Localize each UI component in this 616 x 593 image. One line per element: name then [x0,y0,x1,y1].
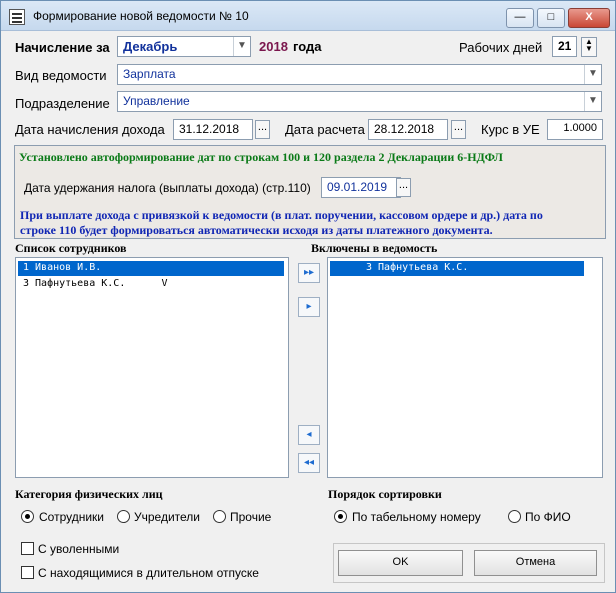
statement-type-select[interactable]: Зарплата ▼ [117,64,602,85]
workdays-label: Рабочих дней [459,40,543,55]
category-option-label: Прочие [230,510,272,524]
document-icon [9,9,25,25]
statement-type-label: Вид ведомости [15,68,107,83]
move-all-left-button[interactable]: ◂◂ [298,453,320,473]
category-title: Категория физических лиц [15,487,163,501]
calc-date-input[interactable]: 28.12.2018 [368,119,448,140]
long-leave-label: С находящимися в длительном отпуске [38,566,259,580]
category-other-radio[interactable] [213,510,226,523]
month-select[interactable]: Декабрь ▼ [117,36,251,57]
category-founders-radio[interactable] [117,510,130,523]
included-list[interactable]: 3 Пафнутьева К.С. [327,257,603,478]
move-one-right-button[interactable]: ▸ [298,297,320,317]
category-option-label: Учредители [134,510,201,524]
list-item[interactable]: 3 Пафнутьева К.С. [330,261,584,276]
accrual-label: Начисление за [15,40,110,55]
long-leave-checkbox[interactable] [21,566,34,579]
employees-list-title: Список сотрудников [15,241,127,255]
maximize-button[interactable]: □ [537,8,565,28]
department-label: Подразделение [15,96,110,111]
income-date-label: Дата начисления дохода [15,122,165,137]
chevron-down-icon[interactable]: ▼ [233,37,250,56]
tax-date-label: Дата удержания налога (выплаты дохода) (… [24,181,311,195]
move-one-left-button[interactable]: ◂ [298,425,320,445]
list-item[interactable]: 1 Иванов И.В. [18,261,284,276]
minimize-button[interactable]: — [506,8,534,28]
income-date-input[interactable]: 31.12.2018 [173,119,253,140]
ok-button[interactable]: OK [338,550,463,576]
statement-type-value: Зарплата [123,67,176,81]
info-note-line2: строке 110 будет формироваться автоматич… [20,223,493,237]
income-date-picker-button[interactable]: ... [255,120,270,139]
rate-label: Курс в УЕ [481,122,540,137]
calc-date-picker-button[interactable]: ... [451,120,466,139]
department-select[interactable]: Управление ▼ [117,91,602,112]
rate-input[interactable]: 1.0000 [547,119,603,140]
year-value: 2018 [259,39,288,54]
auto-date-info-panel: Установлено автоформирование дат по стро… [14,145,606,239]
category-employees-radio[interactable] [21,510,34,523]
category-option-label: Сотрудники [39,510,104,524]
month-value: Декабрь [123,39,178,54]
sort-option-label: По табельному номеру [352,510,481,524]
employees-list[interactable]: 1 Иванов И.В. 3 Пафнутьева К.С. V [15,257,289,478]
dismissed-checkbox[interactable] [21,542,34,555]
title-bar[interactable]: Формирование новой ведомости № 10 — □ X [1,1,615,31]
tax-date-picker-button[interactable]: ... [396,178,411,197]
workdays-spinner[interactable]: ▲ ▼ [581,37,597,57]
info-note-line1: При выплате дохода с привязкой к ведомос… [20,208,543,222]
sort-by-name-radio[interactable] [508,510,521,523]
dismissed-label: С уволенными [38,542,120,556]
sort-order-title: Порядок сортировки [328,487,442,501]
included-list-title: Включены в ведомость [311,241,438,255]
calc-date-label: Дата расчета [285,122,365,137]
window-title: Формирование новой ведомости № 10 [33,9,249,23]
chevron-down-icon[interactable]: ▼ [584,92,601,111]
auto-date-message: Установлено автоформирование дат по стро… [19,150,504,164]
year-suffix: года [293,39,322,54]
tax-date-input[interactable]: 09.01.2019 [321,177,401,198]
sort-option-label: По ФИО [525,510,571,524]
chevron-down-icon[interactable]: ▼ [584,65,601,84]
move-all-right-button[interactable]: ▸▸ [298,263,320,283]
list-item[interactable]: 3 Пафнутьева К.С. V [18,277,284,292]
dialog-window: Формирование новой ведомости № 10 — □ X … [0,0,616,593]
cancel-button[interactable]: Отмена [474,550,597,576]
department-value: Управление [123,94,190,108]
close-button[interactable]: X [568,8,610,28]
workdays-input[interactable]: 21 [552,36,577,57]
sort-by-number-radio[interactable] [334,510,347,523]
